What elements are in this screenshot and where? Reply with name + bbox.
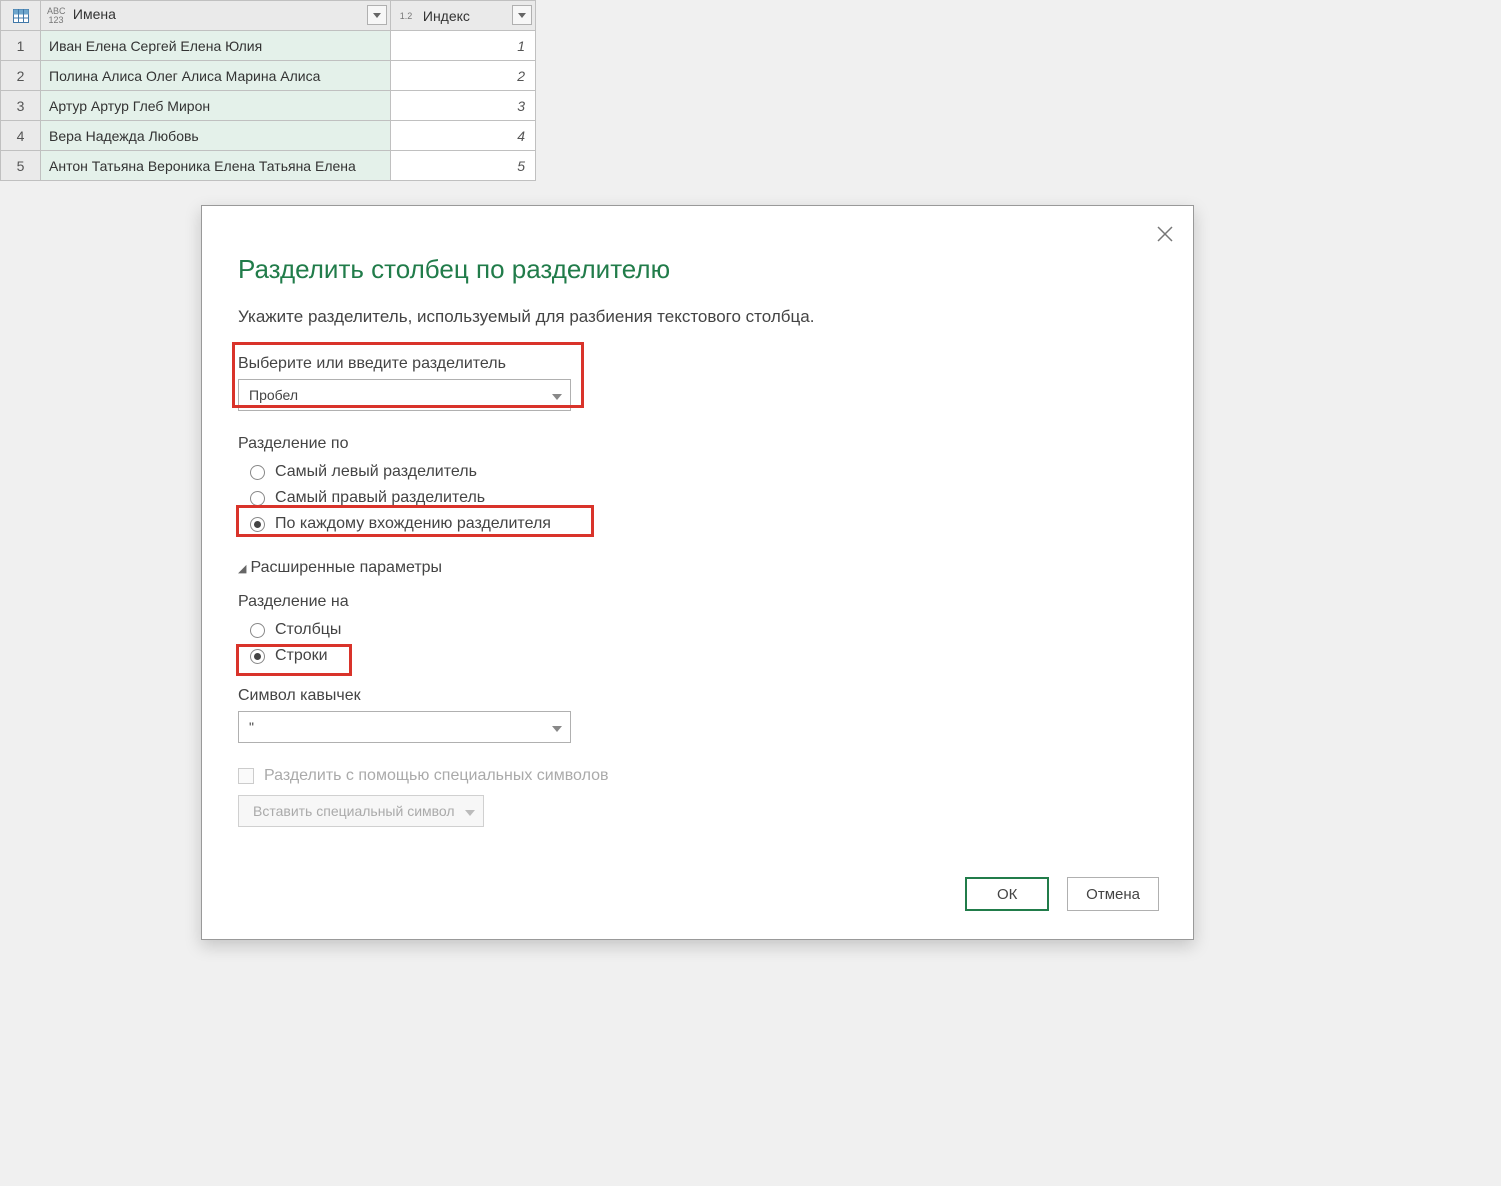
triangle-down-icon: ◢ xyxy=(238,562,246,575)
type-icon-decimal: 1.2 xyxy=(397,12,415,21)
table-corner-icon[interactable] xyxy=(1,1,41,31)
radio-columns[interactable]: Столбцы xyxy=(238,617,1157,643)
row-number: 3 xyxy=(1,91,41,121)
cell-index[interactable]: 1 xyxy=(391,31,536,61)
splitby-label: Разделение по xyxy=(238,435,1157,453)
row-number: 2 xyxy=(1,61,41,91)
cell-names[interactable]: Полина Алиса Олег Алиса Марина Алиса xyxy=(41,61,391,91)
cell-names[interactable]: Иван Елена Сергей Елена Юлия xyxy=(41,31,391,61)
splitinto-radio-group: Столбцы Строки xyxy=(238,617,1157,669)
splitinto-label: Разделение на xyxy=(238,593,1157,611)
radio-each-occurrence[interactable]: По каждому вхождению разделителя xyxy=(238,511,1157,537)
table-row[interactable]: 5 Антон Татьяна Вероника Елена Татьяна Е… xyxy=(1,151,536,181)
chevron-down-icon xyxy=(552,719,562,735)
radio-label: Самый правый разделитель xyxy=(275,489,485,507)
insert-special-char-label: Вставить специальный символ xyxy=(253,803,455,819)
ok-label: ОК xyxy=(997,886,1017,903)
column-header-index[interactable]: 1.2 Индекс xyxy=(391,1,536,31)
cell-names[interactable]: Вера Надежда Любовь xyxy=(41,121,391,151)
radio-label: Столбцы xyxy=(275,621,341,639)
cell-index[interactable]: 4 xyxy=(391,121,536,151)
quote-label: Символ кавычек xyxy=(238,687,1157,705)
row-number: 4 xyxy=(1,121,41,151)
column-name-index: Индекс xyxy=(423,8,470,24)
type-icon-abc123: ABC 123 xyxy=(47,7,65,25)
radio-leftmost[interactable]: Самый левый разделитель xyxy=(238,459,1157,485)
column-filter-button[interactable] xyxy=(512,5,532,25)
radio-icon xyxy=(250,649,265,664)
radio-rightmost[interactable]: Самый правый разделитель xyxy=(238,485,1157,511)
close-icon[interactable] xyxy=(1153,222,1177,246)
cell-names[interactable]: Антон Татьяна Вероника Елена Татьяна Еле… xyxy=(41,151,391,181)
column-name-names: Имена xyxy=(73,6,116,22)
dialog-buttons: ОК Отмена xyxy=(965,877,1159,911)
cancel-label: Отмена xyxy=(1086,886,1140,903)
radio-label: По каждому вхождению разделителя xyxy=(275,515,551,533)
cell-index[interactable]: 3 xyxy=(391,91,536,121)
insert-special-char-button: Вставить специальный символ xyxy=(238,795,484,827)
dialog-subtitle: Укажите разделитель, используемый для ра… xyxy=(238,307,1157,327)
quote-value: " xyxy=(249,719,254,735)
data-table: ABC 123 Имена 1.2 Индекс 1 Иван Елена Се… xyxy=(0,0,536,181)
splitby-radio-group: Самый левый разделитель Самый правый раз… xyxy=(238,459,1157,537)
radio-icon xyxy=(250,491,265,506)
table-row[interactable]: 1 Иван Елена Сергей Елена Юлия 1 xyxy=(1,31,536,61)
table-row[interactable]: 4 Вера Надежда Любовь 4 xyxy=(1,121,536,151)
radio-label: Строки xyxy=(275,647,328,665)
row-number: 5 xyxy=(1,151,41,181)
dialog-title: Разделить столбец по разделителю xyxy=(238,254,1157,285)
radio-icon xyxy=(250,465,265,480)
advanced-title: Расширенные параметры xyxy=(250,559,442,577)
radio-rows[interactable]: Строки xyxy=(238,643,1157,669)
cell-index[interactable]: 5 xyxy=(391,151,536,181)
delimiter-select[interactable]: Пробел xyxy=(238,379,571,411)
split-column-dialog: Разделить столбец по разделителю Укажите… xyxy=(201,205,1194,940)
delimiter-value: Пробел xyxy=(249,387,298,403)
table-row[interactable]: 2 Полина Алиса Олег Алиса Марина Алиса 2 xyxy=(1,61,536,91)
cell-index[interactable]: 2 xyxy=(391,61,536,91)
radio-icon xyxy=(250,623,265,638)
table-row[interactable]: 3 Артур Артур Глеб Мирон 3 xyxy=(1,91,536,121)
radio-label: Самый левый разделитель xyxy=(275,463,477,481)
special-chars-checkbox[interactable]: Разделить с помощью специальных символов xyxy=(238,767,1157,785)
quote-select[interactable]: " xyxy=(238,711,571,743)
special-chars-label: Разделить с помощью специальных символов xyxy=(264,767,609,785)
cancel-button[interactable]: Отмена xyxy=(1067,877,1159,911)
row-number: 1 xyxy=(1,31,41,61)
chevron-down-icon xyxy=(552,387,562,403)
checkbox-icon xyxy=(238,768,254,784)
radio-icon xyxy=(250,517,265,532)
cell-names[interactable]: Артур Артур Глеб Мирон xyxy=(41,91,391,121)
chevron-down-icon xyxy=(465,803,475,819)
column-header-names[interactable]: ABC 123 Имена xyxy=(41,1,391,31)
delimiter-label: Выберите или введите разделитель xyxy=(238,355,1157,373)
ok-button[interactable]: ОК xyxy=(965,877,1049,911)
column-filter-button[interactable] xyxy=(367,5,387,25)
advanced-toggle[interactable]: ◢ Расширенные параметры xyxy=(238,559,1157,577)
